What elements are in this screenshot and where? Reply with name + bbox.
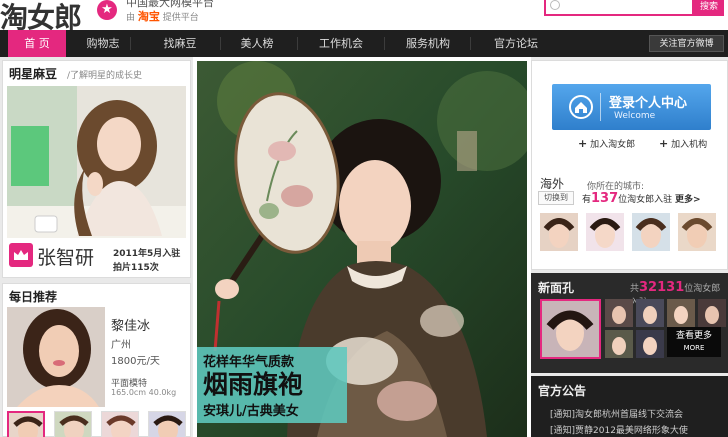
daily-model-price: 1800元/天 (111, 356, 160, 367)
login-button[interactable]: 登录个人中心 Welcome (552, 84, 711, 130)
nav-item-jobs[interactable]: 工作机会 (305, 30, 377, 57)
star-card-subtitle: /了解明星的成长史 (67, 71, 143, 81)
star-model-card: 明星麻豆 /了解明星的成长史 张智研 2011年5月入驻 拍片115次 (2, 60, 191, 278)
new-faces-count-prefix: 共 (630, 284, 640, 294)
join-agency-link[interactable]: + 加入机构 (659, 137, 707, 150)
nav-item-agencies[interactable]: 服务机构 (392, 30, 464, 57)
daily-model-name[interactable]: 黎佳冰 (111, 315, 150, 334)
daily-thumbnails (7, 411, 189, 437)
plus-icon: + (578, 137, 588, 150)
star-model-photo[interactable] (7, 86, 186, 238)
banner-caption-line3: 安琪儿/古典美女 (203, 404, 299, 419)
new-face-featured[interactable] (540, 299, 601, 359)
join-agency-label: 加入机构 (671, 140, 708, 150)
header: 淘女郎 ★ 中国最大网模平台 由 淘宝 提供平台 搜索 (0, 0, 728, 34)
star-model-name[interactable]: 张智研 (37, 243, 94, 270)
join-model-link[interactable]: + 加入淘女郎 (578, 137, 635, 150)
notice-item[interactable]: [通知]淘女郎杭州首届线下交流会 (550, 407, 683, 420)
hero-banner[interactable]: 花样年华气质款 烟雨旗袍 安琪儿/古典美女 (197, 61, 527, 437)
subtag: 由 淘宝 提供平台 (126, 8, 199, 24)
notices-box: 官方公告 [通知]淘女郎杭州首届线下交流会 [通知]贾静2012最美网络形象大使 (531, 376, 728, 437)
nav-item-ranking[interactable]: 美人榜 (228, 30, 286, 57)
star-photo-count: 拍片115次 (113, 263, 159, 273)
nav-item-home[interactable]: 首 页 (8, 30, 66, 57)
star-card-title: 明星麻豆 (9, 67, 58, 81)
login-title: 登录个人中心 (609, 96, 688, 111)
new-face-thumbnail[interactable] (605, 330, 633, 358)
city-model-thumbnail[interactable] (678, 213, 716, 251)
login-box: 登录个人中心 Welcome + 加入淘女郎 + 加入机构 海外 切换到 你所在… (531, 60, 728, 270)
search-box (544, 0, 694, 16)
logo-star-icon: ★ (97, 0, 117, 20)
city-count-line: 有137位淘女郎入驻 更多> (582, 191, 701, 206)
new-face-thumbnail[interactable] (636, 330, 664, 358)
daily-thumbnail[interactable] (101, 411, 139, 437)
plus-icon: + (659, 137, 669, 150)
new-faces-title: 新面孔 (538, 281, 575, 295)
banner-caption-headline: 烟雨旗袍 (203, 370, 304, 399)
nav-item-find-models[interactable]: 找麻豆 (150, 30, 210, 57)
banner-caption: 花样年华气质款 烟雨旗袍 安琪儿/古典美女 (197, 347, 347, 423)
daily-model-city: 广州 (111, 340, 131, 351)
notice-item[interactable]: [通知]贾静2012最美网络形象大使 (550, 423, 688, 436)
star-join-date: 2011年5月入驻 (113, 249, 181, 259)
nav-divider (297, 37, 298, 50)
new-face-thumbnail[interactable] (698, 299, 726, 327)
subtag-prefix: 由 (126, 13, 136, 23)
main-nav: 首 页 购物志 找麻豆 美人榜 工作机会 服务机构 官方论坛 关注官方微博 (0, 30, 728, 57)
taobao-brand: 淘宝 (137, 10, 160, 23)
daily-model-photo[interactable] (7, 307, 105, 407)
daily-thumbnail[interactable] (7, 411, 45, 437)
city-name: 海外 (540, 177, 565, 191)
new-faces-box: 新面孔 共32131位淘女郎入驻 查看更多 MORE (531, 273, 728, 373)
right-column: 登录个人中心 Welcome + 加入淘女郎 + 加入机构 海外 切换到 你所在… (531, 57, 728, 437)
subtag-suffix: 提供平台 (162, 13, 199, 23)
daily-card-title: 每日推荐 (9, 290, 58, 304)
nav-divider (220, 37, 221, 50)
city-more-link[interactable]: 更多> (675, 195, 701, 205)
new-face-thumbnail[interactable] (605, 299, 633, 327)
crown-icon (9, 243, 33, 267)
see-more-label: 查看更多 (675, 331, 712, 341)
see-more-en: MORE (683, 344, 705, 352)
city-model-thumbnail[interactable] (632, 213, 670, 251)
city-switch-button[interactable]: 切换到 (538, 191, 574, 205)
search-button[interactable]: 搜索 (694, 0, 724, 16)
follow-weibo-button[interactable]: 关注官方微博 (649, 35, 724, 52)
daily-recommend-card: 每日推荐 黎佳冰 广州 1800元/天 平面模特 165.0cm 40.0kg (2, 283, 191, 437)
search-input[interactable] (546, 0, 692, 14)
new-face-thumbnail[interactable] (636, 299, 664, 327)
nav-divider (130, 37, 131, 50)
nav-divider (470, 37, 471, 50)
daily-thumbnail[interactable] (54, 411, 92, 437)
city-model-thumbnail[interactable] (540, 213, 578, 251)
city-count-suffix: 位淘女郎入驻 (618, 195, 673, 205)
login-divider (600, 93, 601, 121)
banner-caption-line1: 花样年华气质款 (203, 355, 295, 370)
city-model-thumbnail[interactable] (586, 213, 624, 251)
see-more-button[interactable]: 查看更多 MORE (667, 327, 721, 357)
daily-model-stats: 165.0cm 40.0kg (111, 388, 177, 397)
left-column: 明星麻豆 /了解明星的成长史 张智研 2011年5月入驻 拍片115次 每日推荐… (0, 57, 193, 437)
daily-thumbnail[interactable] (148, 411, 186, 437)
nav-item-forum[interactable]: 官方论坛 (480, 30, 552, 57)
login-subtitle: Welcome (614, 111, 656, 121)
city-count-prefix: 有 (582, 195, 592, 205)
new-face-thumbnail[interactable] (667, 299, 695, 327)
nav-item-shopping[interactable]: 购物志 (74, 30, 132, 57)
home-icon (569, 95, 593, 119)
city-count: 137 (591, 191, 619, 206)
search-icon (550, 0, 560, 10)
join-model-label: 加入淘女郎 (590, 140, 636, 150)
nav-divider (384, 37, 385, 50)
new-faces-number: 32131 (639, 280, 685, 295)
notices-title: 官方公告 (538, 384, 587, 398)
